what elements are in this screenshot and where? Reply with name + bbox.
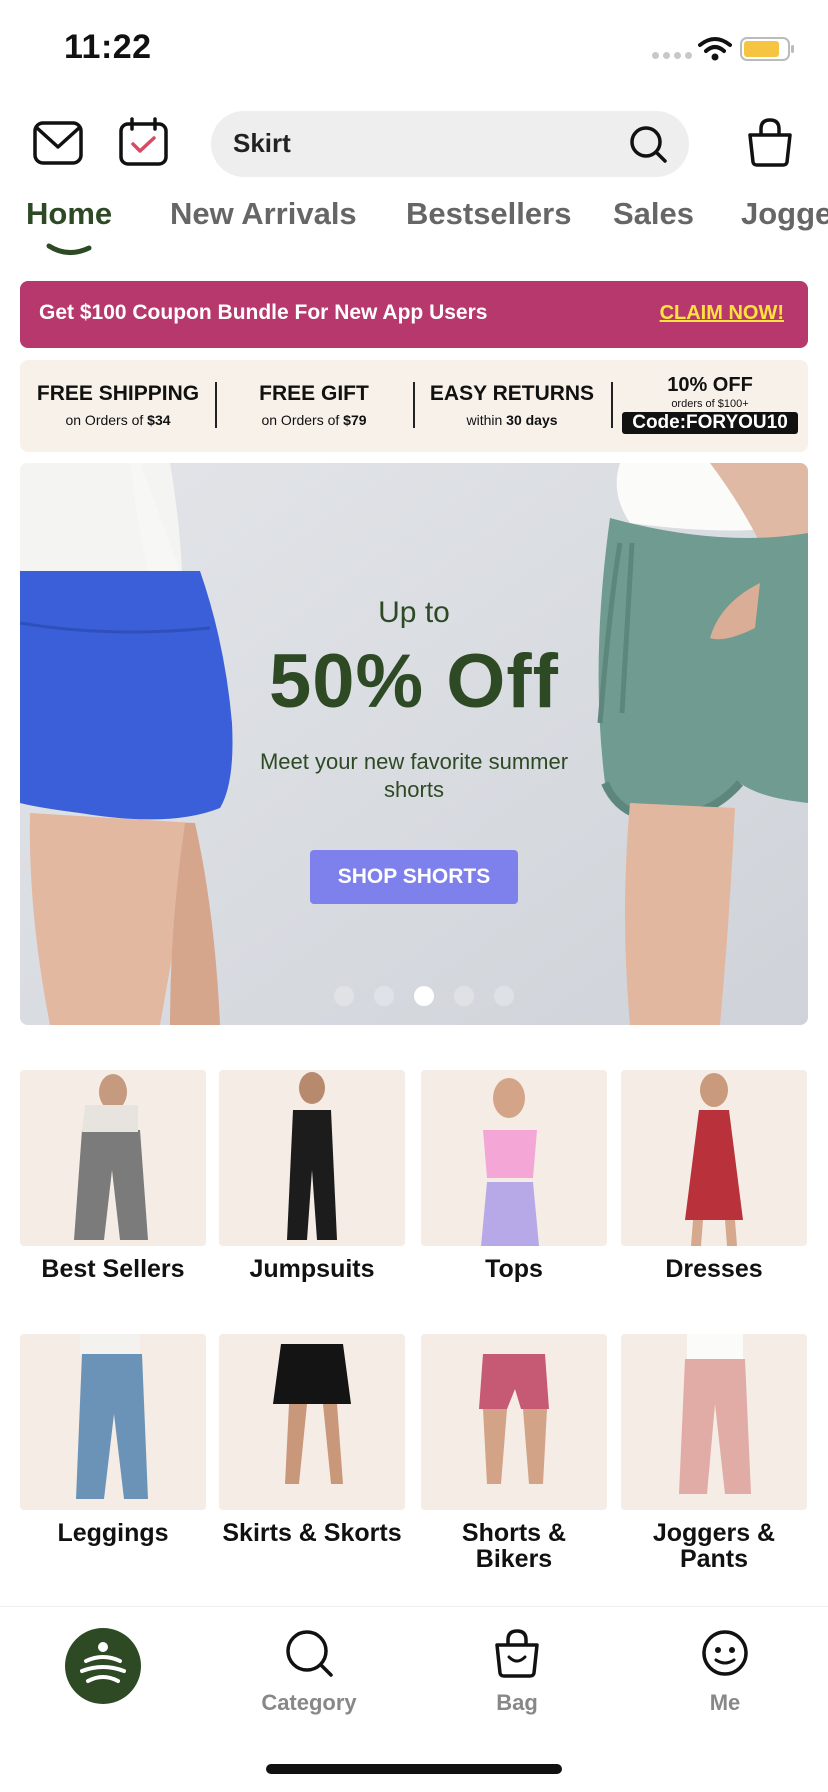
benefit-title: FREE SHIPPING [36,382,200,405]
home-indicator[interactable] [266,1764,562,1774]
nav-label: Me [709,1690,741,1715]
category-jumpsuits[interactable]: Jumpsuits [219,1070,405,1282]
category-image [421,1070,607,1246]
status-time: 11:22 [64,28,152,66]
category-image [20,1334,206,1510]
carousel-dots[interactable] [334,986,514,1006]
category-skirts-skorts[interactable]: Skirts & Skorts [219,1334,405,1546]
calendar-check-icon[interactable] [118,116,170,168]
wifi-icon [698,37,732,61]
tab-bestsellers[interactable]: Bestsellers [406,196,571,232]
category-label: Dresses [665,1255,763,1283]
category-image [219,1070,405,1246]
carousel-dot[interactable] [494,986,514,1006]
category-label: Skirts & Skorts [222,1519,402,1547]
category-dresses[interactable]: Dresses [621,1070,807,1282]
nav-label: Category [261,1690,357,1715]
benefits-strip: FREE SHIPPING on Orders of $34 FREE GIFT… [20,360,808,452]
hero-pretitle: Up to [378,596,450,629]
search-icon[interactable] [283,1627,335,1679]
carousel-dot-active[interactable] [414,986,434,1006]
battery-icon [740,37,794,61]
tab-sales[interactable]: Sales [613,196,694,232]
search-icon[interactable] [627,123,669,165]
category-label: Leggings [57,1519,169,1547]
nav-bag[interactable]: Bag [442,1627,592,1716]
benefit-easy-returns: EASY RETURNS within 30 days [414,360,610,452]
promo-text: Get $100 Coupon Bundle For New App Users [39,301,488,324]
tab-home[interactable]: Home [26,196,112,232]
benefit-title: FREE GIFT [259,382,369,405]
category-tabs: Home New Arrivals Bestsellers Sales Jogg… [0,190,828,260]
nav-label: Bag [496,1690,538,1715]
nav-home[interactable] [28,1627,178,1716]
home-logo-icon[interactable] [64,1627,142,1705]
category-image [621,1334,807,1510]
tab-joggers[interactable]: Jogge [741,196,828,232]
category-label: Joggers & Pants [652,1519,776,1573]
hero-banner[interactable]: Up to 50% Off Meet your new favorite sum… [20,463,808,1025]
category-label: Shorts & Bikers [461,1519,567,1573]
bag-icon[interactable] [744,116,796,168]
category-shorts-bikers[interactable]: Shorts & Bikers [421,1334,607,1572]
bag-smile-icon[interactable] [491,1627,543,1679]
benefit-sub: on Orders of $34 [65,412,171,428]
nav-me[interactable]: Me [650,1627,800,1716]
category-best-sellers[interactable]: Best Sellers [20,1070,206,1282]
category-image [219,1334,405,1510]
category-label: Best Sellers [41,1255,185,1283]
category-tops[interactable]: Tops [421,1070,607,1282]
promo-code-badge[interactable]: Code:FORYOU10 [622,412,798,434]
category-joggers-pants[interactable]: Joggers & Pants [621,1334,807,1572]
shop-shorts-button[interactable]: SHOP SHORTS [310,850,518,904]
nav-category[interactable]: Category [234,1627,384,1716]
category-leggings[interactable]: Leggings [20,1334,206,1546]
carousel-dot[interactable] [374,986,394,1006]
category-label: Tops [485,1255,543,1283]
benefit-title: EASY RETURNS [429,382,595,405]
search-value[interactable]: Skirt [233,128,291,159]
hero-headline: 50% Off [269,639,559,724]
category-image [421,1334,607,1510]
benefit-free-gift: FREE GIFT on Orders of $79 [216,360,412,452]
benefit-sub: on Orders of $79 [261,412,367,428]
search-input[interactable]: Skirt [211,111,689,177]
active-tab-indicator [46,243,92,255]
benefit-free-shipping: FREE SHIPPING on Orders of $34 [20,360,216,452]
claim-now-link[interactable]: CLAIM NOW! [660,302,784,325]
benefit-sub: within 30 days [466,412,558,428]
hero-subtitle: Meet your new favorite summer shorts [259,749,569,802]
category-label: Jumpsuits [249,1255,375,1283]
hero-image [20,463,808,1025]
benefit-discount-code[interactable]: 10% OFF orders of $100+ Code:FORYOU10 [612,360,808,452]
smile-icon[interactable] [699,1627,751,1679]
tab-new-arrivals[interactable]: New Arrivals [170,196,357,232]
status-bar: 11:22 [0,0,828,100]
benefit-sub: orders of $100+ [671,398,749,410]
carousel-dot[interactable] [334,986,354,1006]
mail-icon[interactable] [32,118,84,168]
carousel-dot[interactable] [454,986,474,1006]
cellular-signal-icon [652,52,692,59]
coupon-promo-banner[interactable]: Get $100 Coupon Bundle For New App Users… [20,281,808,348]
category-image [621,1070,807,1246]
benefit-title: 10% OFF [667,374,753,396]
category-image [20,1070,206,1246]
